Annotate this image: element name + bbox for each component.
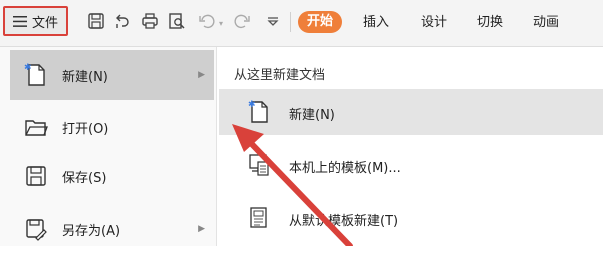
hamburger-icon xyxy=(13,15,27,27)
more-dropdown-icon[interactable] xyxy=(264,12,282,30)
redo-icon[interactable] xyxy=(233,12,251,30)
tab-start[interactable]: 开始 xyxy=(298,11,343,33)
svg-text:✱: ✱ xyxy=(248,100,256,110)
menu-item-label: 保存(S) xyxy=(62,170,107,186)
submenu-item-default-template[interactable]: 从默认模板新建(T) xyxy=(219,195,603,241)
new-file-icon: ✱ xyxy=(24,62,48,88)
menu-item-open[interactable]: 打开(O) xyxy=(10,102,214,152)
save-icon[interactable] xyxy=(87,12,105,30)
svg-text:✱: ✱ xyxy=(24,63,32,73)
new-submenu-panel: 从这里新建文档 ✱ 新建(N) 本机上的模板(M)... 从默认模板新建(T) xyxy=(219,47,603,246)
toolbar-divider xyxy=(290,12,291,32)
file-menu-panel: ✱ 新建(N) ▶ 打开(O) 保存(S) 另存为(A) ▶ xyxy=(0,47,217,246)
menu-item-label: 另存为(A) xyxy=(62,223,121,239)
file-menu-button[interactable]: 文件 xyxy=(3,6,68,36)
export-icon[interactable] xyxy=(114,12,132,30)
tab-design[interactable]: 设计 xyxy=(421,14,447,32)
submenu-item-local-template[interactable]: 本机上的模板(M)... xyxy=(219,142,603,188)
save-icon xyxy=(24,163,48,189)
chevron-right-icon: ▶ xyxy=(198,70,205,80)
local-template-icon xyxy=(248,152,270,178)
save-as-icon xyxy=(24,216,48,242)
tab-animation[interactable]: 动画 xyxy=(533,14,559,32)
menu-item-label: 打开(O) xyxy=(62,121,109,137)
undo-icon[interactable] xyxy=(198,12,216,30)
open-folder-icon xyxy=(24,114,48,140)
menu-item-new[interactable]: ✱ 新建(N) ▶ xyxy=(10,50,214,100)
tab-insert[interactable]: 插入 xyxy=(363,14,389,32)
menu-item-save-as[interactable]: 另存为(A) ▶ xyxy=(10,204,214,254)
undo-dropdown-icon[interactable]: ▾ xyxy=(219,19,223,28)
chevron-right-icon: ▶ xyxy=(198,224,205,234)
new-file-icon: ✱ xyxy=(248,99,270,125)
file-menu-label: 文件 xyxy=(32,15,59,31)
submenu-item-label: 本机上的模板(M)... xyxy=(289,161,401,176)
submenu-header: 从这里新建文档 xyxy=(234,68,326,83)
default-template-icon xyxy=(248,205,270,231)
menu-item-label: 新建(N) xyxy=(62,69,108,85)
top-toolbar: 文件 ▾ 开始 插入 设计 切换 动画 xyxy=(0,0,603,47)
submenu-item-label: 新建(N) xyxy=(289,108,335,123)
menu-item-save[interactable]: 保存(S) xyxy=(10,151,214,201)
tab-transition[interactable]: 切换 xyxy=(477,14,503,32)
print-icon[interactable] xyxy=(141,12,159,30)
submenu-item-label: 从默认模板新建(T) xyxy=(289,214,399,229)
submenu-item-new[interactable]: ✱ 新建(N) xyxy=(219,89,603,135)
print-preview-icon[interactable] xyxy=(168,12,186,30)
